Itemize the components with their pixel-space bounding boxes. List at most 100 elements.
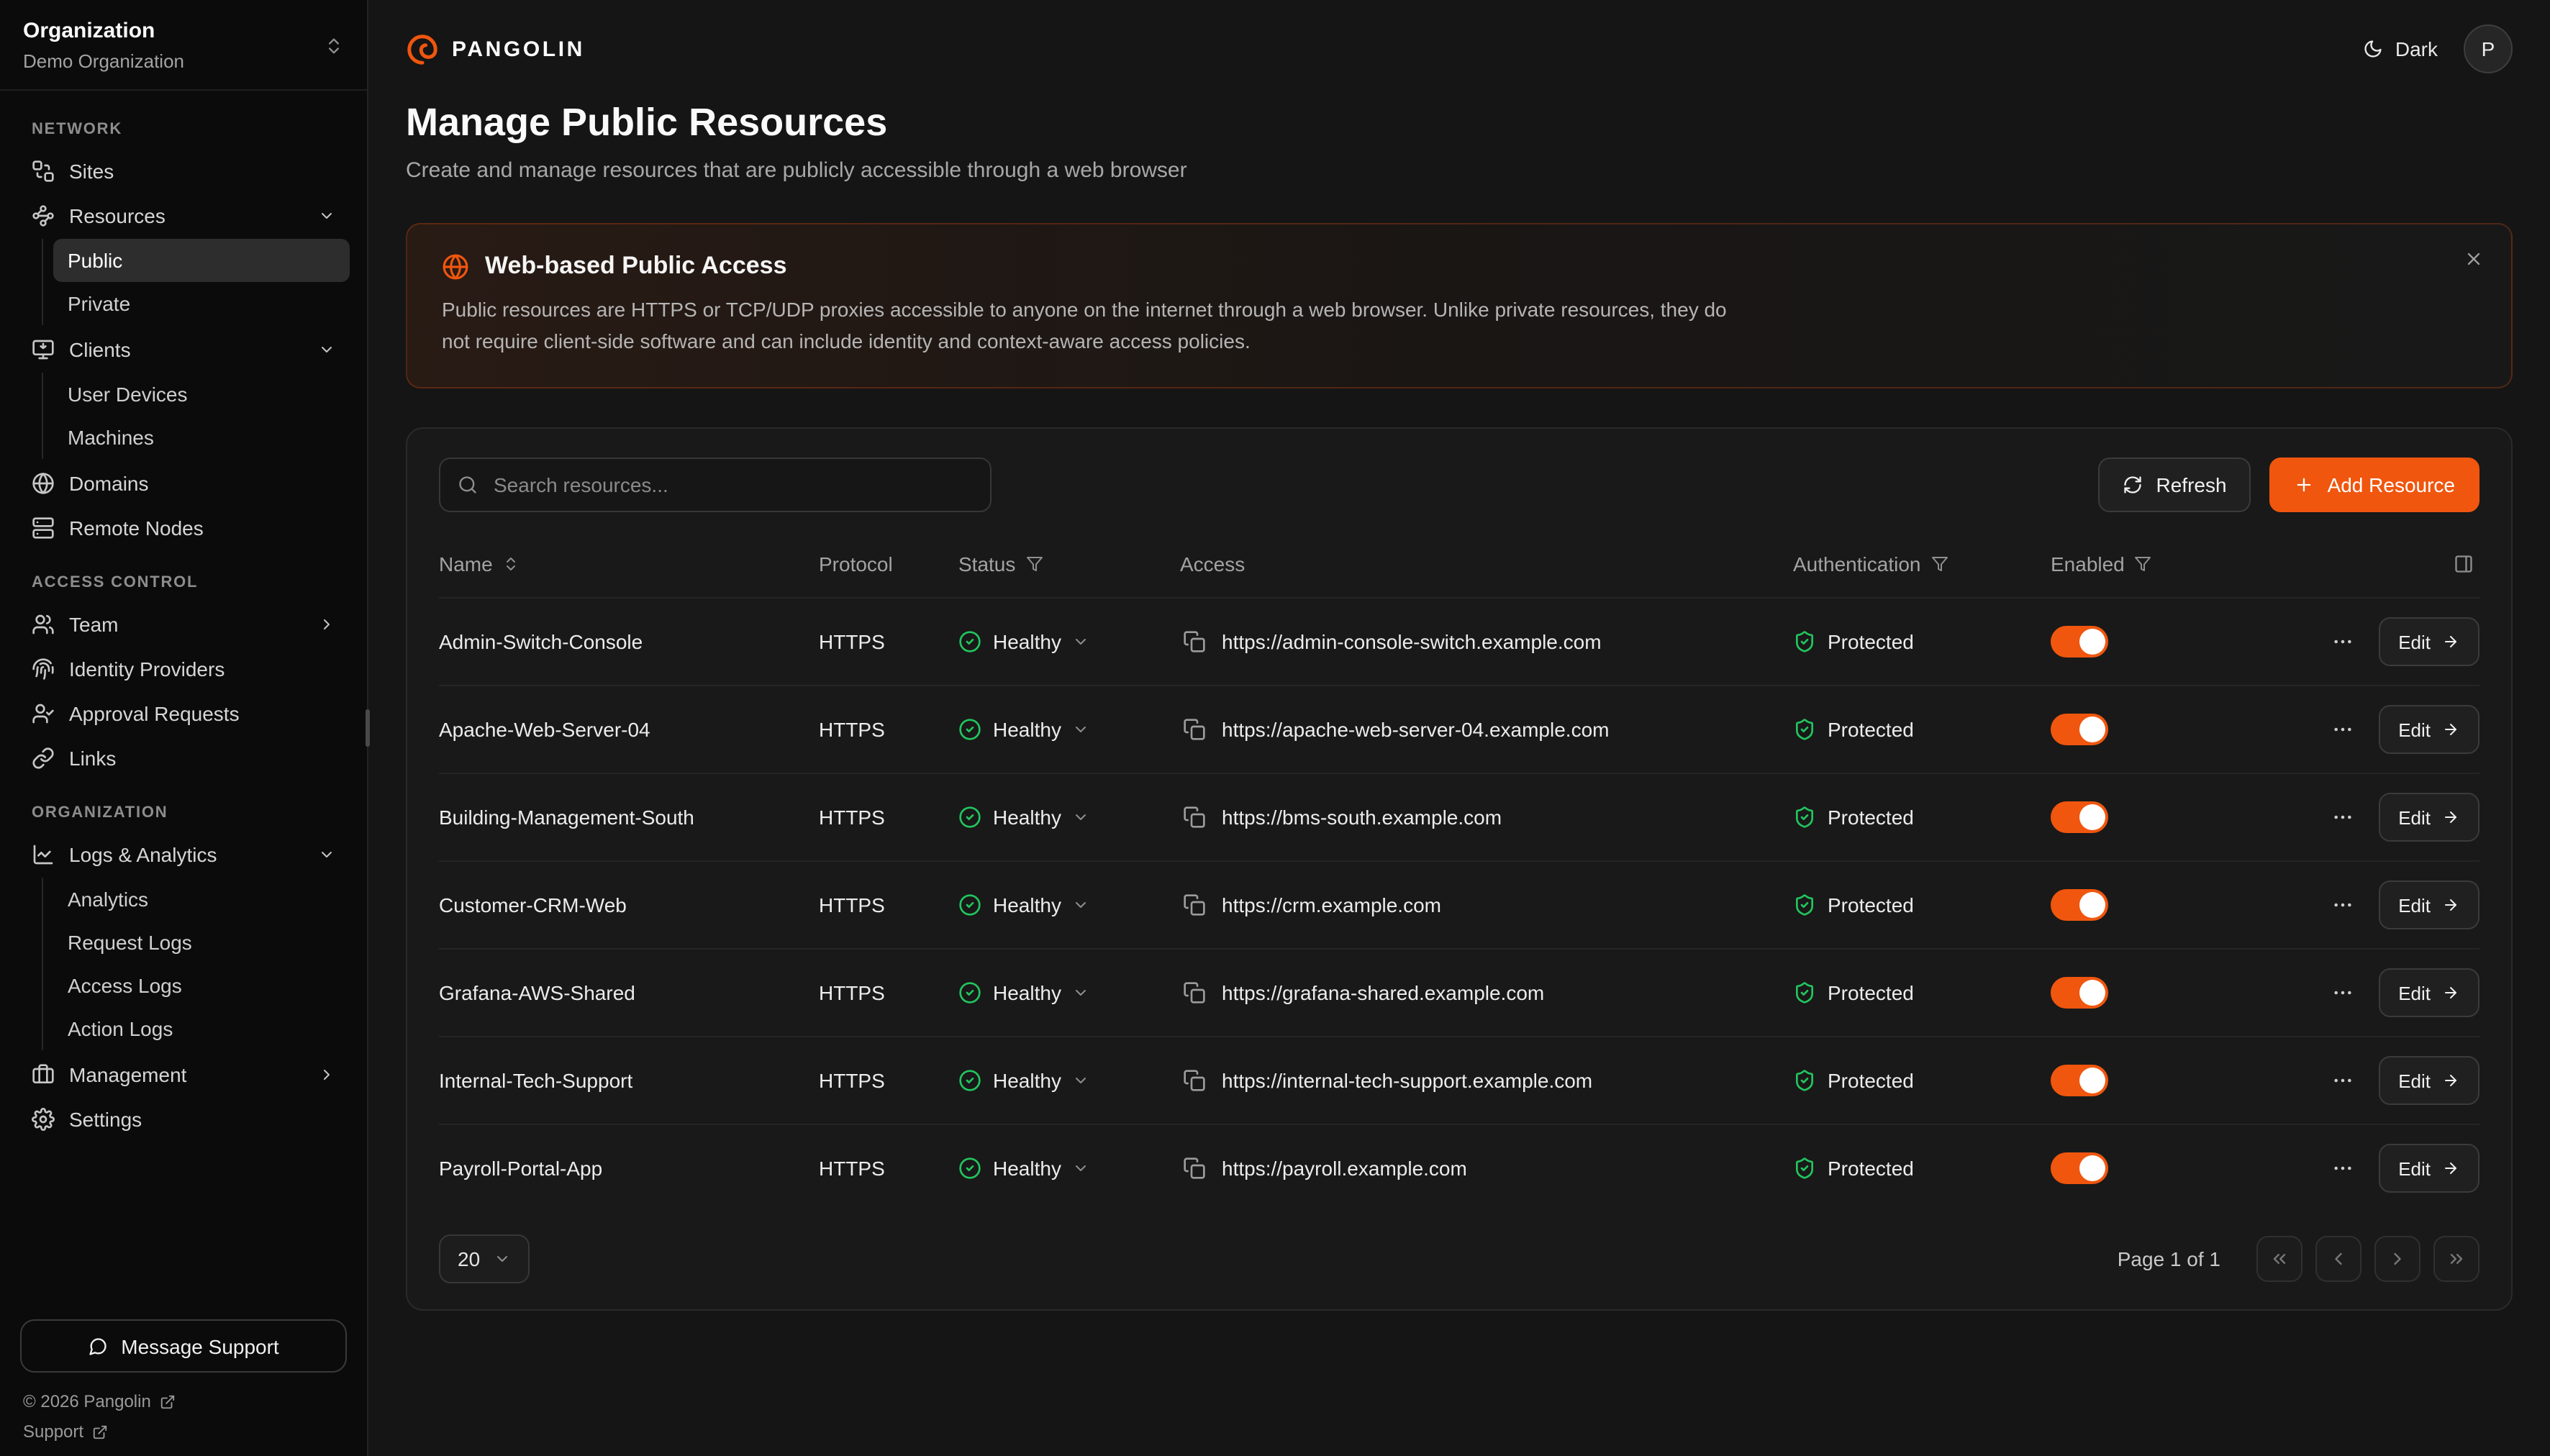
- copy-url-button[interactable]: [1180, 716, 1209, 745]
- column-header-name[interactable]: Name: [439, 553, 819, 576]
- add-resource-button[interactable]: Add Resource: [2270, 458, 2479, 513]
- copy-url-button[interactable]: [1180, 628, 1209, 657]
- row-menu-button[interactable]: [2325, 1064, 2359, 1098]
- status-dropdown[interactable]: Healthy: [958, 806, 1180, 829]
- enabled-toggle[interactable]: [2051, 978, 2108, 1009]
- sidebar-item-identity-providers[interactable]: Identity Providers: [17, 646, 350, 691]
- edit-button[interactable]: Edit: [2378, 1057, 2479, 1106]
- sidebar-item-public[interactable]: Public: [53, 239, 350, 282]
- column-header-status[interactable]: Status: [958, 553, 1180, 576]
- page-size-select[interactable]: 20: [439, 1235, 529, 1284]
- sidebar-item-resources[interactable]: Resources: [17, 193, 350, 237]
- edit-button[interactable]: Edit: [2378, 618, 2479, 667]
- resource-url[interactable]: https://grafana-shared.example.com: [1222, 982, 1544, 1005]
- resources-subgroup: Public Private: [42, 239, 350, 325]
- refresh-button[interactable]: Refresh: [2099, 458, 2251, 513]
- enabled-toggle[interactable]: [2051, 802, 2108, 834]
- copyright-link[interactable]: © 2026 Pangolin: [23, 1391, 344, 1411]
- enabled-toggle[interactable]: [2051, 1065, 2108, 1097]
- status-dropdown[interactable]: Healthy: [958, 1070, 1180, 1093]
- sidebar-resize-handle[interactable]: [366, 709, 370, 747]
- last-page-button[interactable]: [2433, 1237, 2479, 1283]
- sidebar-item-private[interactable]: Private: [53, 282, 350, 325]
- check-circle-icon: [958, 806, 981, 829]
- next-page-button[interactable]: [2374, 1237, 2420, 1283]
- enabled-toggle[interactable]: [2051, 714, 2108, 746]
- edit-button[interactable]: Edit: [2378, 793, 2479, 842]
- row-menu-button[interactable]: [2325, 1152, 2359, 1186]
- brand[interactable]: PANGOLIN: [406, 32, 585, 65]
- enabled-toggle[interactable]: [2051, 627, 2108, 658]
- column-header-enabled[interactable]: Enabled: [2051, 553, 2246, 576]
- sidebar-item-clients[interactable]: Clients: [17, 327, 350, 371]
- resource-name[interactable]: Customer-CRM-Web: [439, 894, 819, 917]
- copy-url-button[interactable]: [1180, 979, 1209, 1008]
- resource-url[interactable]: https://admin-console-switch.example.com: [1222, 631, 1602, 654]
- logs-subgroup: Analytics Request Logs Access Logs Actio…: [42, 878, 350, 1050]
- sidebar-item-analytics[interactable]: Analytics: [53, 878, 350, 921]
- sidebar-item-action-logs[interactable]: Action Logs: [53, 1007, 350, 1050]
- copy-icon: [1183, 631, 1206, 654]
- moon-icon: [2364, 39, 2384, 59]
- resource-url[interactable]: https://internal-tech-support.example.co…: [1222, 1070, 1592, 1093]
- row-menu-button[interactable]: [2325, 625, 2359, 660]
- status-dropdown[interactable]: Healthy: [958, 631, 1180, 654]
- link-icon: [32, 746, 55, 769]
- resource-url[interactable]: https://crm.example.com: [1222, 894, 1441, 917]
- row-menu-button[interactable]: [2325, 801, 2359, 835]
- sidebar-item-user-devices[interactable]: User Devices: [53, 373, 350, 416]
- row-menu-button[interactable]: [2325, 976, 2359, 1011]
- resource-name[interactable]: Payroll-Portal-App: [439, 1157, 819, 1180]
- copy-url-button[interactable]: [1180, 1067, 1209, 1096]
- status-dropdown[interactable]: Healthy: [958, 982, 1180, 1005]
- sidebar-item-request-logs[interactable]: Request Logs: [53, 921, 350, 964]
- sidebar-item-sites[interactable]: Sites: [17, 148, 350, 193]
- message-support-button[interactable]: Message Support: [20, 1319, 347, 1373]
- org-selector[interactable]: Organization Demo Organization: [0, 0, 367, 91]
- status-dropdown[interactable]: Healthy: [958, 894, 1180, 917]
- enabled-toggle[interactable]: [2051, 1153, 2108, 1185]
- support-link[interactable]: Support: [23, 1421, 344, 1442]
- resource-name[interactable]: Internal-Tech-Support: [439, 1070, 819, 1093]
- sidebar-item-domains[interactable]: Domains: [17, 460, 350, 505]
- column-header-authentication[interactable]: Authentication: [1793, 553, 2051, 576]
- copy-url-button[interactable]: [1180, 804, 1209, 832]
- resource-protocol: HTTPS: [819, 982, 958, 1005]
- search-input[interactable]: [491, 473, 973, 499]
- sidebar-item-logs-analytics[interactable]: Logs & Analytics: [17, 832, 350, 876]
- edit-button[interactable]: Edit: [2378, 1145, 2479, 1193]
- enabled-toggle[interactable]: [2051, 890, 2108, 922]
- resource-name[interactable]: Apache-Web-Server-04: [439, 719, 819, 742]
- banner-close-button[interactable]: [2458, 243, 2490, 279]
- resource-name[interactable]: Grafana-AWS-Shared: [439, 982, 819, 1005]
- sidebar-item-remote-nodes[interactable]: Remote Nodes: [17, 505, 350, 550]
- theme-toggle[interactable]: Dark: [2364, 37, 2438, 60]
- copy-url-button[interactable]: [1180, 891, 1209, 920]
- resource-url[interactable]: https://payroll.example.com: [1222, 1157, 1467, 1180]
- resource-name[interactable]: Admin-Switch-Console: [439, 631, 819, 654]
- sidebar-item-access-logs[interactable]: Access Logs: [53, 964, 350, 1007]
- avatar[interactable]: P: [2464, 24, 2513, 73]
- row-menu-button[interactable]: [2325, 888, 2359, 923]
- column-settings-button[interactable]: [2448, 549, 2479, 581]
- message-icon: [88, 1336, 108, 1356]
- resource-url[interactable]: https://apache-web-server-04.example.com: [1222, 719, 1609, 742]
- first-page-button[interactable]: [2256, 1237, 2302, 1283]
- edit-button[interactable]: Edit: [2378, 706, 2479, 755]
- status-dropdown[interactable]: Healthy: [958, 719, 1180, 742]
- sidebar-item-links[interactable]: Links: [17, 735, 350, 780]
- sidebar-item-team[interactable]: Team: [17, 601, 350, 646]
- edit-button[interactable]: Edit: [2378, 969, 2479, 1018]
- resource-name[interactable]: Building-Management-South: [439, 806, 819, 829]
- status-dropdown[interactable]: Healthy: [958, 1157, 1180, 1180]
- sidebar-item-settings[interactable]: Settings: [17, 1096, 350, 1141]
- copy-url-button[interactable]: [1180, 1155, 1209, 1183]
- prev-page-button[interactable]: [2315, 1237, 2361, 1283]
- main-content: PANGOLIN Dark P Manage Public Resources …: [368, 0, 2550, 1456]
- sidebar-item-approval-requests[interactable]: Approval Requests: [17, 691, 350, 735]
- resource-url[interactable]: https://bms-south.example.com: [1222, 806, 1502, 829]
- sidebar-item-management[interactable]: Management: [17, 1052, 350, 1096]
- row-menu-button[interactable]: [2325, 713, 2359, 747]
- edit-button[interactable]: Edit: [2378, 881, 2479, 930]
- sidebar-item-machines[interactable]: Machines: [53, 416, 350, 459]
